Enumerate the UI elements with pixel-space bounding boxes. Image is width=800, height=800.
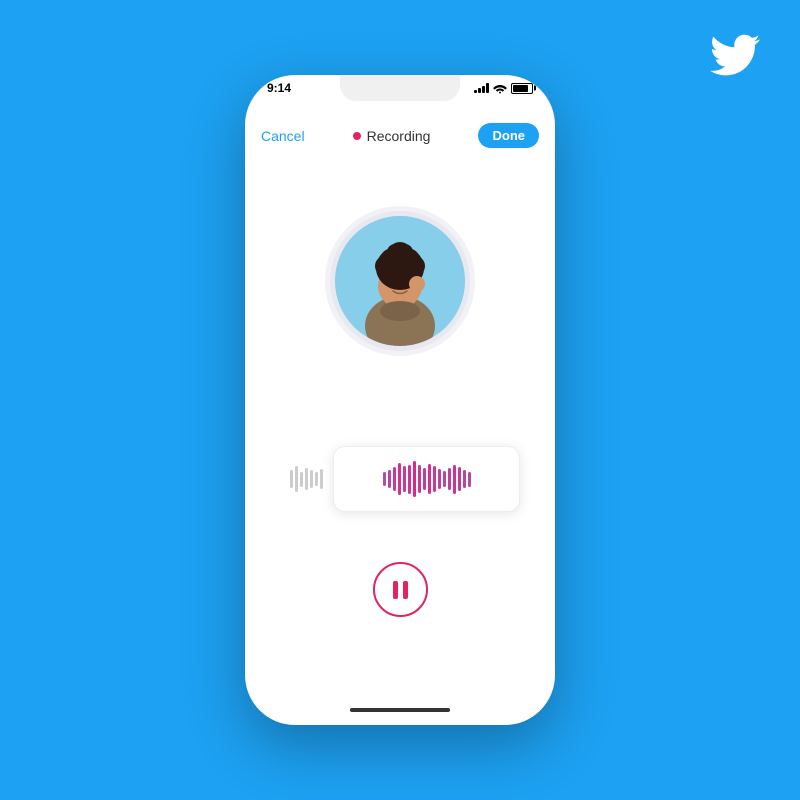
phone-content bbox=[245, 156, 555, 695]
recording-status: Recording bbox=[353, 128, 431, 144]
waveform-left-bar bbox=[290, 470, 293, 489]
wifi-icon bbox=[493, 83, 507, 94]
waveform-bar bbox=[388, 470, 391, 489]
waveform-bar bbox=[443, 471, 446, 488]
waveform-bar bbox=[398, 463, 401, 496]
waveform-bar bbox=[428, 464, 431, 495]
waveform-left-bar bbox=[305, 468, 308, 490]
home-indicator bbox=[245, 695, 555, 725]
waveform-bar bbox=[458, 467, 461, 491]
waveform-bar bbox=[383, 472, 386, 485]
waveform-left-bar bbox=[310, 470, 313, 489]
waveform-bar bbox=[418, 465, 421, 492]
avatar bbox=[335, 216, 465, 346]
pause-section bbox=[373, 562, 428, 617]
waveform-section bbox=[280, 446, 520, 512]
waveform-bar bbox=[463, 470, 466, 489]
waveform-bar bbox=[423, 468, 426, 490]
waveform-bar bbox=[403, 466, 406, 492]
pause-bar-left bbox=[393, 581, 398, 599]
waveform-bar bbox=[468, 472, 471, 487]
cancel-button[interactable]: Cancel bbox=[261, 128, 305, 144]
waveform-left-bar bbox=[320, 469, 323, 490]
signal-bars-icon bbox=[474, 83, 489, 93]
battery-icon bbox=[511, 83, 533, 94]
recording-dot-icon bbox=[353, 132, 361, 140]
waveform-bar bbox=[433, 466, 436, 492]
status-icons bbox=[474, 83, 533, 94]
waveform-bar bbox=[438, 469, 441, 489]
pause-icon bbox=[393, 581, 408, 599]
twitter-bird-icon bbox=[710, 30, 760, 80]
status-time: 9:14 bbox=[267, 81, 291, 95]
waveform-left-bar bbox=[295, 466, 298, 492]
waveform-left bbox=[280, 452, 333, 506]
pause-bar-right bbox=[403, 581, 408, 599]
notch bbox=[340, 75, 460, 101]
waveform-bar bbox=[453, 465, 456, 494]
waveform-box bbox=[333, 446, 520, 512]
done-button[interactable]: Done bbox=[478, 123, 539, 148]
waveform-left-bar bbox=[300, 472, 303, 487]
recording-label: Recording bbox=[367, 128, 431, 144]
phone-frame: 9:14 Cancel Recording Done bbox=[245, 75, 555, 725]
waveform-bar bbox=[408, 465, 411, 494]
waveform-bar bbox=[413, 461, 416, 497]
waveform-bar bbox=[448, 468, 451, 490]
home-bar bbox=[350, 708, 450, 712]
nav-bar: Cancel Recording Done bbox=[245, 115, 555, 156]
notch-inner bbox=[340, 75, 460, 101]
avatar-section bbox=[335, 216, 465, 346]
waveform-left-bar bbox=[315, 472, 318, 485]
waveform-bar bbox=[393, 467, 396, 491]
pause-button[interactable] bbox=[373, 562, 428, 617]
battery-fill bbox=[513, 85, 528, 92]
user-avatar-icon bbox=[335, 216, 465, 346]
